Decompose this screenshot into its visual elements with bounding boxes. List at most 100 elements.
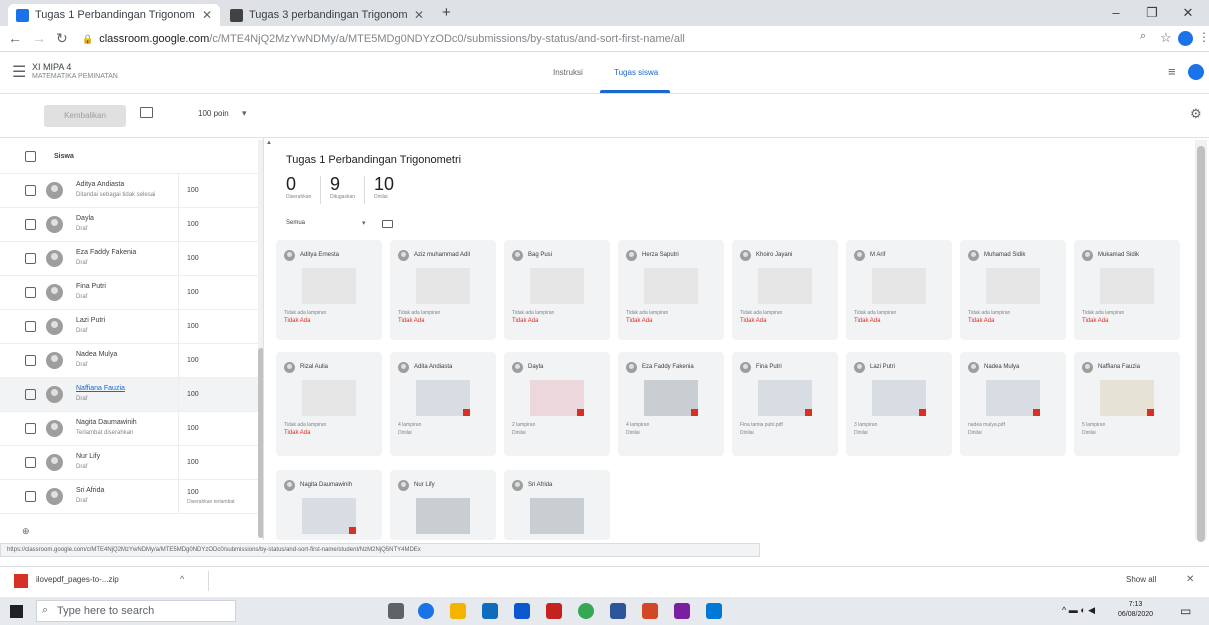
powerpoint-icon[interactable] — [642, 603, 658, 619]
chevron-down-icon[interactable]: ▾ — [362, 219, 366, 227]
main-scrollbar-thumb[interactable] — [1197, 146, 1205, 542]
submission-card[interactable]: Aditya Ernesta Tidak ada lampiran Tidak Ad… — [276, 240, 382, 340]
submission-card[interactable]: Muhamad Sidik Tidak ada lampiran Tidak Ada — [960, 240, 1066, 340]
status-filter-select[interactable]: Semua — [286, 220, 305, 226]
student-grade[interactable]: 100 — [187, 187, 199, 194]
submission-card[interactable]: Herza Saputri Tidak ada lampiran Tidak Ada — [618, 240, 724, 340]
windows-start-icon[interactable] — [10, 605, 23, 618]
submission-card[interactable]: Adita Andiasta 4 lampiran Dinilai — [390, 352, 496, 456]
attachment-thumbnail[interactable] — [758, 268, 812, 304]
student-grade[interactable]: 100 — [187, 255, 199, 262]
close-tab-icon[interactable]: ✕ — [414, 8, 424, 22]
app-l-icon[interactable] — [514, 603, 530, 619]
attachment-thumbnail[interactable] — [758, 380, 812, 416]
attachment-thumbnail[interactable] — [872, 380, 926, 416]
bookmark-star-icon[interactable]: ☆ — [1160, 30, 1172, 46]
media-app-icon[interactable] — [674, 603, 690, 619]
student-grade[interactable]: 100 — [187, 489, 199, 496]
submission-card[interactable]: Khoiro Jayani Tidak ada lampiran Tidak Ada — [732, 240, 838, 340]
student-checkbox[interactable] — [25, 423, 36, 434]
student-checkbox[interactable] — [25, 321, 36, 332]
submission-card[interactable]: Lazi Putri 3 lampiran Dinilai — [846, 352, 952, 456]
system-tray-icons[interactable]: ^ ▬ ◐ ◀ — [1062, 605, 1095, 616]
attachment-thumbnail[interactable] — [302, 380, 356, 416]
submission-card[interactable]: Eza Faddy Fakenia 4 lampiran Dinilai — [618, 352, 724, 456]
student-row-selected[interactable]: Naffiana Fauzia Draf 100 — [0, 378, 258, 412]
student-checkbox[interactable] — [25, 355, 36, 366]
submission-card[interactable]: Naffiana Fauzia 5 lampiran Dinilai — [1074, 352, 1180, 456]
submission-card[interactable]: Nur Lify2 lampiran — [390, 470, 496, 540]
attachment-thumbnail[interactable] — [530, 268, 584, 304]
submission-card[interactable]: Fina Putri Fina tamia putri.pdf Dinilai — [732, 352, 838, 456]
student-checkbox[interactable] — [25, 491, 36, 502]
edge-browser-icon[interactable] — [418, 603, 434, 619]
minimize-button[interactable]: – — [1102, 4, 1130, 22]
submission-card[interactable]: M Arif Tidak ada lampiran Tidak Ada — [846, 240, 952, 340]
tab-instructions[interactable]: Instruksi — [553, 68, 583, 77]
submission-card[interactable]: Nadea Mulya nadea mulya.pdf Dinilai — [960, 352, 1066, 456]
attachment-thumbnail[interactable] — [416, 498, 470, 534]
file-explorer-icon[interactable] — [450, 603, 466, 619]
photos-icon[interactable] — [706, 603, 722, 619]
select-all-checkbox[interactable] — [25, 151, 36, 162]
student-checkbox[interactable] — [25, 389, 36, 400]
main-menu-icon[interactable]: ☰ — [12, 62, 26, 82]
student-grade[interactable]: 100 — [187, 357, 199, 364]
close-download-bar-icon[interactable]: ✕ — [1186, 574, 1194, 585]
student-grade[interactable]: 100 — [187, 425, 199, 432]
student-checkbox[interactable] — [25, 185, 36, 196]
attachment-thumbnail[interactable] — [644, 380, 698, 416]
zoom-icon[interactable]: ⌕ — [1140, 30, 1146, 43]
attachment-thumbnail[interactable] — [416, 380, 470, 416]
submission-card[interactable]: Bag Pusi Tidak ada lampiran Tidak Ada — [504, 240, 610, 340]
attachment-thumbnail[interactable] — [530, 498, 584, 534]
student-row[interactable]: Eza Faddy Fakenia Draf 100 — [0, 242, 258, 276]
close-tab-icon[interactable]: ✕ — [202, 8, 212, 22]
attachment-thumbnail[interactable] — [416, 268, 470, 304]
close-window-button[interactable]: ✕ — [1174, 4, 1202, 22]
reload-icon[interactable]: ↻ — [56, 30, 68, 47]
attachment-thumbnail[interactable] — [302, 268, 356, 304]
browser-tab-2[interactable]: Tugas 3 perbandingan Trigonom ✕ — [222, 4, 432, 26]
more-students-icon[interactable]: ⊕ — [22, 526, 30, 537]
student-grade[interactable]: 100 — [187, 459, 199, 466]
attachment-thumbnail[interactable] — [986, 380, 1040, 416]
student-row[interactable]: Fina Putri Draf 100 — [0, 276, 258, 310]
submission-card[interactable]: Dayla 2 lampiran Dinilai — [504, 352, 610, 456]
email-icon[interactable] — [140, 107, 153, 118]
profile-avatar[interactable] — [1178, 31, 1193, 46]
student-row[interactable]: Nur Lify Draf 100 — [0, 446, 258, 480]
student-grade[interactable]: 100 — [187, 391, 199, 398]
return-button[interactable]: Kembalikan — [44, 105, 126, 127]
points-select[interactable]: 100 poin — [198, 109, 229, 118]
student-row[interactable]: Nagita Daumawinih Terlambat diserahkan 1… — [0, 412, 258, 446]
student-row[interactable]: Aditya Andiasta Ditandai sebagai tidak s… — [0, 174, 258, 208]
student-row[interactable]: Sri Afrida Draf 100 Diserahkan terlambat — [0, 480, 258, 514]
store-icon[interactable] — [482, 603, 498, 619]
maximize-button[interactable]: ❐ — [1138, 4, 1166, 22]
word-icon[interactable] — [610, 603, 626, 619]
taskbar-search-input[interactable]: Type here to search — [36, 600, 236, 622]
student-row[interactable]: Dayla Draf 100 — [0, 208, 258, 242]
student-checkbox[interactable] — [25, 457, 36, 468]
student-name-link[interactable]: Naffiana Fauzia — [76, 385, 125, 392]
forward-icon[interactable]: → — [32, 30, 46, 46]
back-icon[interactable]: ← — [8, 30, 22, 46]
student-row[interactable]: Nadea Mulya Draf 100 — [0, 344, 258, 378]
student-grade[interactable]: 100 — [187, 221, 199, 228]
attachment-thumbnail[interactable] — [644, 268, 698, 304]
show-all-button[interactable]: Show all — [1126, 575, 1156, 584]
settings-gear-icon[interactable]: ⚙ — [1190, 106, 1202, 122]
student-checkbox[interactable] — [25, 287, 36, 298]
chrome-icon[interactable] — [578, 603, 594, 619]
attachment-thumbnail[interactable] — [1100, 380, 1154, 416]
tab-student-work[interactable]: Tugas siswa — [614, 68, 658, 77]
new-tab-button[interactable]: + — [442, 4, 451, 21]
download-options-icon[interactable]: ^ — [180, 574, 184, 584]
task-view-icon[interactable] — [388, 603, 404, 619]
app-mail-icon[interactable] — [546, 603, 562, 619]
submission-card[interactable]: Aziz muhammad Adil Tidak ada lampiran Tida… — [390, 240, 496, 340]
apps-icon[interactable]: ≡ — [1168, 64, 1176, 79]
student-checkbox[interactable] — [25, 253, 36, 264]
submission-card[interactable]: Sri Afrida4 lampiran — [504, 470, 610, 540]
